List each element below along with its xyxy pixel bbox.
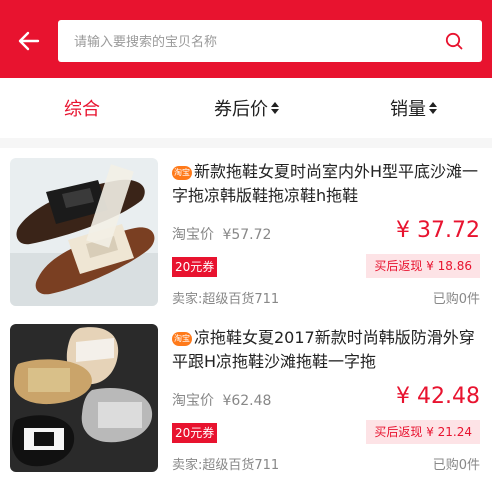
sort-arrows-icon — [429, 101, 437, 115]
tab-comprehensive-label: 综合 — [64, 99, 100, 120]
product-title-text: 凉拖鞋女夏2017新款时尚韩版防滑外穿平跟H凉拖鞋沙滩拖鞋一字拖 — [172, 328, 475, 371]
tab-sales-label: 销量 — [390, 99, 426, 120]
product-image[interactable] — [10, 158, 158, 306]
taobao-badge: 淘宝 — [172, 166, 192, 180]
search-icon[interactable] — [444, 31, 464, 51]
taobao-price-label: 淘宝价 — [172, 393, 214, 409]
back-arrow-icon — [18, 31, 40, 51]
taobao-price-value: ¥57.72 — [222, 227, 272, 243]
sort-bar: 综合 券后价 销量 — [0, 78, 492, 138]
coupon-price: ¥ 42.48 — [396, 384, 480, 409]
tab-coupon-price[interactable]: 券后价 — [214, 78, 279, 138]
section-divider — [0, 138, 492, 148]
product-title[interactable]: 淘宝 凉拖鞋女夏2017新款时尚韩版防滑外穿平跟H凉拖鞋沙滩拖鞋一字拖 — [172, 326, 484, 374]
taobao-price: 淘宝价 ¥57.72 — [172, 224, 271, 244]
cashback-button[interactable]: 买后返现 ¥ 18.86 — [366, 254, 480, 278]
search-input[interactable] — [72, 20, 426, 64]
taobao-price-value: ¥62.48 — [222, 393, 272, 409]
taobao-price-label: 淘宝价 — [172, 227, 214, 243]
sold-count: 已购0件 — [432, 292, 480, 307]
coupon-badge: 20元券 — [172, 423, 218, 443]
coupon-price: ¥ 37.72 — [396, 218, 480, 243]
back-button[interactable] — [14, 26, 44, 56]
search-box[interactable] — [58, 20, 482, 64]
tab-comprehensive[interactable]: 综合 — [64, 78, 100, 138]
tab-coupon-price-label: 券后价 — [214, 99, 268, 120]
taobao-badge: 淘宝 — [172, 332, 192, 346]
product-title-text: 新款拖鞋女夏时尚室内外H型平底沙滩一字拖凉韩版鞋拖凉鞋h拖鞋 — [172, 162, 479, 205]
tab-sales[interactable]: 销量 — [390, 78, 437, 138]
product-title[interactable]: 淘宝 新款拖鞋女夏时尚室内外H型平底沙滩一字拖凉韩版鞋拖凉鞋h拖鞋 — [172, 160, 484, 208]
sort-arrows-icon — [271, 101, 279, 115]
product-image[interactable] — [10, 324, 158, 472]
seller-name: 卖家:超级百货711 — [172, 292, 280, 307]
product-item[interactable]: 淘宝 凉拖鞋女夏2017新款时尚韩版防滑外穿平跟H凉拖鞋沙滩拖鞋一字拖 淘宝价 ¥… — [0, 314, 492, 480]
taobao-price: 淘宝价 ¥62.48 — [172, 390, 271, 410]
sold-count: 已购0件 — [432, 458, 480, 473]
top-bar — [0, 0, 492, 78]
coupon-badge: 20元券 — [172, 257, 218, 277]
product-item[interactable]: 淘宝 新款拖鞋女夏时尚室内外H型平底沙滩一字拖凉韩版鞋拖凉鞋h拖鞋 淘宝价 ¥57… — [0, 148, 492, 314]
cashback-button[interactable]: 买后返现 ¥ 21.24 — [366, 420, 480, 444]
seller-name: 卖家:超级百货711 — [172, 458, 280, 473]
